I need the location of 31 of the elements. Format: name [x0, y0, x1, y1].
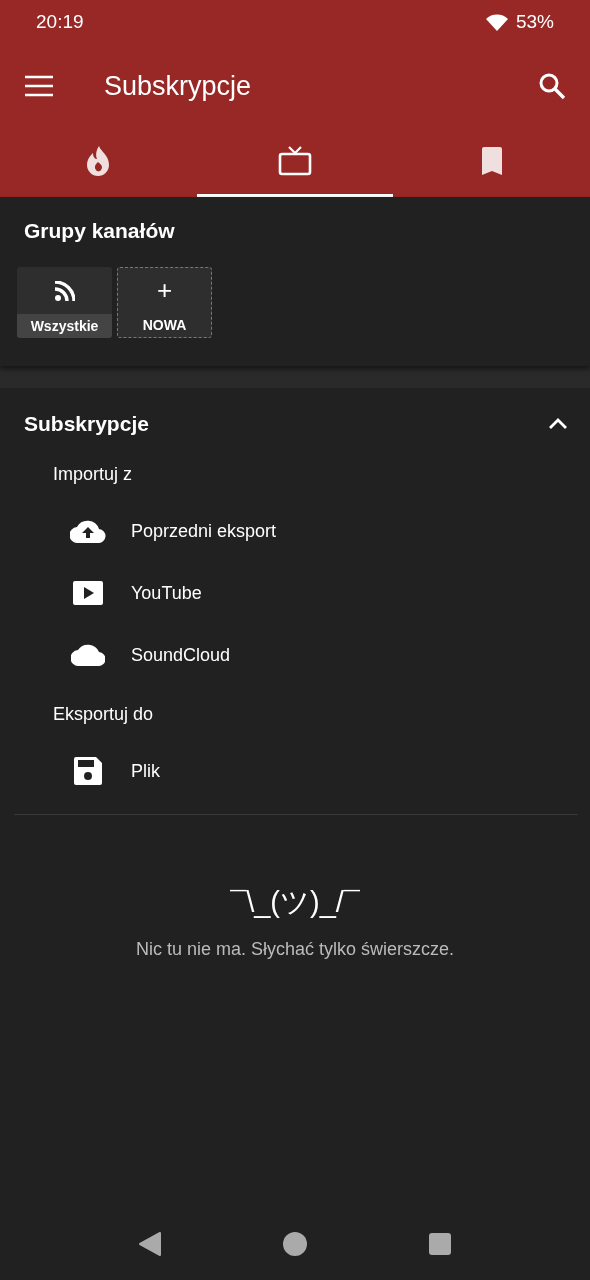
import-label: Importuj z — [52, 463, 134, 486]
shrug-emoticon: ¯\_(ツ)_/¯ — [230, 885, 360, 920]
rss-icon — [54, 280, 75, 301]
save-icon — [74, 757, 102, 785]
import-option[interactable]: SoundCloud — [0, 624, 590, 686]
export-label: Eksportuj do — [52, 703, 155, 726]
bookmark-icon — [480, 147, 503, 175]
flame-icon — [85, 146, 112, 176]
channel-group-card[interactable]: + NOWA — [117, 267, 212, 338]
plus-icon: + — [156, 275, 173, 306]
toolbar-title: Subskrypcje — [104, 70, 253, 102]
menu-button[interactable] — [24, 75, 54, 97]
home-icon[interactable] — [282, 1231, 308, 1257]
tv-icon — [278, 146, 312, 176]
cloud-icon — [71, 644, 105, 666]
wifi-icon — [485, 13, 508, 31]
section-title: Subskrypcje — [24, 412, 150, 436]
back-icon[interactable] — [138, 1231, 162, 1257]
cloud-upload-icon — [70, 519, 106, 543]
section-title: Grupy kanałów — [23, 219, 176, 243]
empty-message: Nic tu nie ma. Słychać tylko świerszcze. — [135, 939, 455, 960]
collapse-button[interactable] — [548, 418, 568, 430]
recents-icon[interactable] — [428, 1232, 452, 1256]
export-option[interactable]: Plik — [0, 740, 590, 802]
channel-group-card[interactable]: Wszystkie — [17, 267, 112, 338]
import-option[interactable]: Poprzedni eksport — [0, 500, 590, 562]
status-time: 20:19 — [36, 11, 85, 33]
play-icon — [73, 581, 103, 605]
search-button[interactable] — [538, 72, 566, 100]
import-option[interactable]: YouTube — [0, 562, 590, 624]
battery-percentage: 53% — [515, 11, 554, 33]
